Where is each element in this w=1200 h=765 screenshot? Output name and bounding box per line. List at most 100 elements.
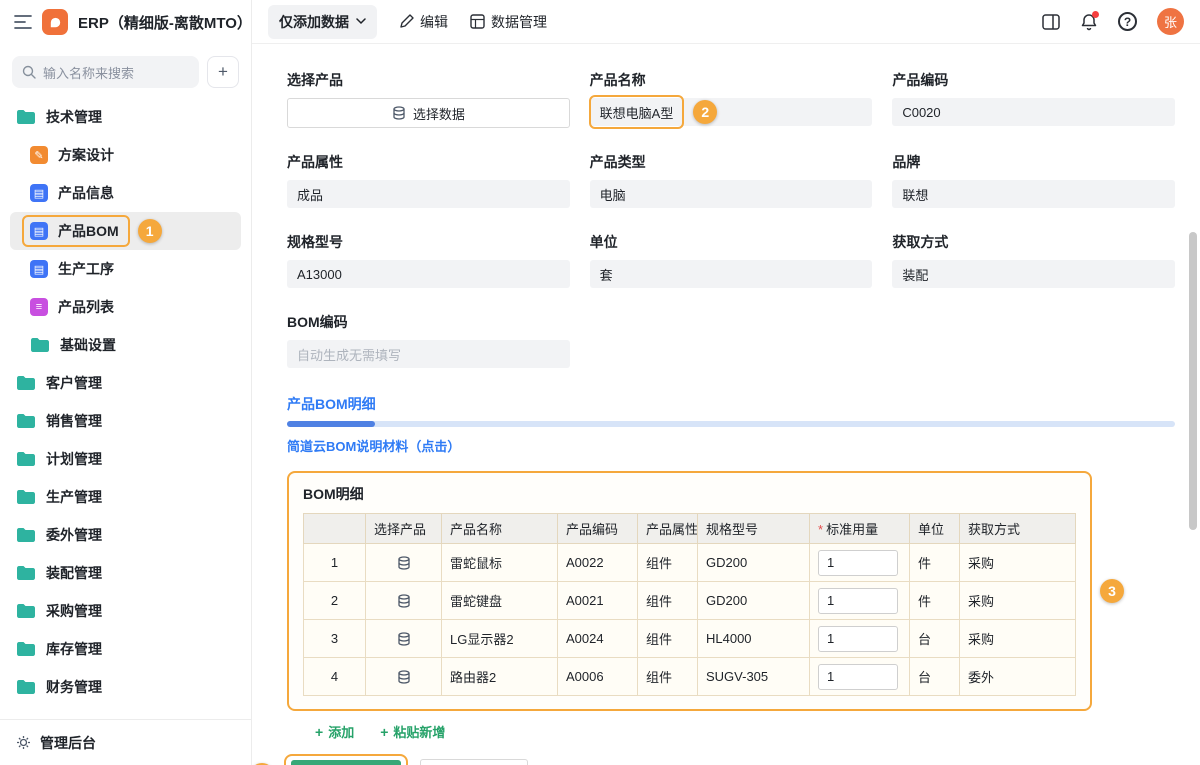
mode-dropdown-label: 仅添加数据 <box>279 12 349 32</box>
mode-dropdown[interactable]: 仅添加数据 <box>268 5 377 39</box>
sidebar-item-scheme-design[interactable]: ✎方案设计 <box>0 136 251 174</box>
menu-toggle-icon[interactable] <box>14 15 32 29</box>
qty-input[interactable] <box>818 550 898 576</box>
avatar[interactable]: 张 <box>1157 8 1184 35</box>
chevron-down-icon <box>356 18 366 25</box>
add-row-link[interactable]: + 添加 <box>315 722 354 741</box>
sidebar-item-basic-settings[interactable]: 基础设置 <box>0 326 251 364</box>
cell-standard-qty <box>810 544 910 582</box>
form-icon: ▤ <box>30 260 48 278</box>
product-type-input: 电脑 <box>590 180 873 208</box>
bom-doc-link[interactable]: 简道云BOM说明材料（点击） <box>287 436 460 455</box>
sidebar-item-label: 产品列表 <box>58 297 114 317</box>
submit-button[interactable]: 提交 <box>291 760 401 765</box>
edit-button[interactable]: 编辑 <box>399 12 448 32</box>
folder-icon <box>16 641 36 657</box>
add-row-label: 添加 <box>328 722 354 741</box>
row-index: 1 <box>304 544 366 582</box>
select-product-icon[interactable] <box>397 632 411 646</box>
topbar: ERP（精细版-离散MTO）...... 仅添加数据 编辑 数据管理 ? 张 <box>0 0 1200 44</box>
field-product-attr: 产品属性 成品 <box>287 152 570 208</box>
notifications-icon[interactable] <box>1080 13 1098 31</box>
bom-table-row: 4路由器2A0006组件SUGV-305台委外 <box>304 658 1076 696</box>
field-unit: 单位 套 <box>590 232 873 288</box>
bom-table-header-row: 选择产品产品名称产品编码产品属性规格型号*标准用量单位获取方式 <box>304 514 1076 544</box>
scrollbar-thumb[interactable] <box>1189 232 1197 530</box>
cell-product-name: 雷蛇鼠标 <box>442 544 558 582</box>
folder-icon <box>16 679 36 695</box>
sidebar-item-sales-management[interactable]: 销售管理 <box>0 402 251 440</box>
panel-toggle-icon[interactable] <box>1042 14 1060 30</box>
data-manage-button[interactable]: 数据管理 <box>470 12 547 32</box>
sidebar-item-label: 基础设置 <box>60 335 116 355</box>
cell-select-product <box>366 582 442 620</box>
sidebar-item-label: 计划管理 <box>46 449 102 469</box>
cell-product-attr: 组件 <box>638 582 698 620</box>
cell-product-attr: 组件 <box>638 544 698 582</box>
select-product-icon[interactable] <box>397 670 411 684</box>
form-icon: ▤ <box>30 222 48 240</box>
database-icon <box>392 106 406 120</box>
callout-badge-2: 2 <box>693 100 717 124</box>
annotation-box-1: ▤产品BOM <box>22 215 130 247</box>
qty-input[interactable] <box>818 626 898 652</box>
field-product-name: 产品名称 联想电脑A型 2 <box>590 70 873 128</box>
product-code-input: C0020 <box>892 98 1175 126</box>
row-index: 2 <box>304 582 366 620</box>
sidebar-item-product-info[interactable]: ▤产品信息 <box>0 174 251 212</box>
search-input[interactable]: 输入名称来搜索 <box>12 56 199 88</box>
sidebar-item-production-management[interactable]: 生产管理 <box>0 478 251 516</box>
admin-backend-button[interactable]: 管理后台 <box>0 719 251 765</box>
field-label: 单位 <box>590 232 873 252</box>
folder-icon <box>16 603 36 619</box>
cell-product-name: 雷蛇键盘 <box>442 582 558 620</box>
sidebar-item-tech-management[interactable]: 技术管理 <box>0 98 251 136</box>
bom-code-input: 自动生成无需填写 <box>287 340 570 368</box>
select-product-icon[interactable] <box>397 556 411 570</box>
cell-product-code: A0022 <box>558 544 638 582</box>
select-product-icon[interactable] <box>397 594 411 608</box>
field-label: BOM编码 <box>287 312 570 332</box>
sidebar-item-purchase-management[interactable]: 采购管理 <box>0 592 251 630</box>
cell-product-code: A0006 <box>558 658 638 696</box>
save-draft-button[interactable]: 保存草稿 <box>420 759 528 765</box>
field-label: 产品属性 <box>287 152 570 172</box>
form-actions: 4 提交 保存草稿 <box>252 754 1175 765</box>
sidebar-item-customer-management[interactable]: 客户管理 <box>0 364 251 402</box>
bom-col-header: 单位 <box>910 514 960 544</box>
sidebar-item-label: 产品信息 <box>58 183 114 203</box>
tab-product-bom-detail[interactable]: 产品BOM明细 <box>287 396 376 412</box>
sidebar-item-outsourcing-management[interactable]: 委外管理 <box>0 516 251 554</box>
paste-add-link[interactable]: + 粘贴新增 <box>380 722 445 741</box>
sidebar-item-finance-management[interactable]: 财务管理 <box>0 668 251 706</box>
sidebar-item-product-list[interactable]: ≡产品列表 <box>0 288 251 326</box>
bom-table-row: 3LG显示器2A0024组件HL4000台采购 <box>304 620 1076 658</box>
sidebar-search-row: 输入名称来搜索 + <box>0 54 251 98</box>
app-logo-icon <box>42 9 68 35</box>
qty-input[interactable] <box>818 588 898 614</box>
qty-input[interactable] <box>818 664 898 690</box>
select-data-label: 选择数据 <box>413 104 465 123</box>
sidebar-item-assembly-management[interactable]: 装配管理 <box>0 554 251 592</box>
field-label: 获取方式 <box>892 232 1175 252</box>
sidebar-item-production-process[interactable]: ▤ 生产工序 <box>0 250 251 288</box>
cell-standard-qty <box>810 620 910 658</box>
sidebar-item-label: 财务管理 <box>46 677 102 697</box>
cell-standard-qty <box>810 582 910 620</box>
unit-input: 套 <box>590 260 873 288</box>
sidebar-item-product-bom[interactable]: ▤产品BOM1 <box>10 212 241 250</box>
cell-standard-qty <box>810 658 910 696</box>
field-bom-code: BOM编码 自动生成无需填写 <box>287 312 570 368</box>
acquire-method-input: 装配 <box>892 260 1175 288</box>
gear-icon <box>16 735 31 750</box>
field-spec-model: 规格型号 A13000 <box>287 232 570 288</box>
annotation-box-4: 提交 <box>284 754 408 765</box>
select-data-button[interactable]: 选择数据 <box>287 98 570 128</box>
bom-table-row: 2雷蛇键盘A0021组件GD200件采购 <box>304 582 1076 620</box>
sidebar-item-plan-management[interactable]: 计划管理 <box>0 440 251 478</box>
sidebar-item-label: 生产工序 <box>58 259 114 279</box>
folder-icon <box>16 565 36 581</box>
help-icon[interactable]: ? <box>1118 12 1137 31</box>
add-app-button[interactable]: + <box>207 56 239 88</box>
sidebar-item-inventory-management[interactable]: 库存管理 <box>0 630 251 668</box>
